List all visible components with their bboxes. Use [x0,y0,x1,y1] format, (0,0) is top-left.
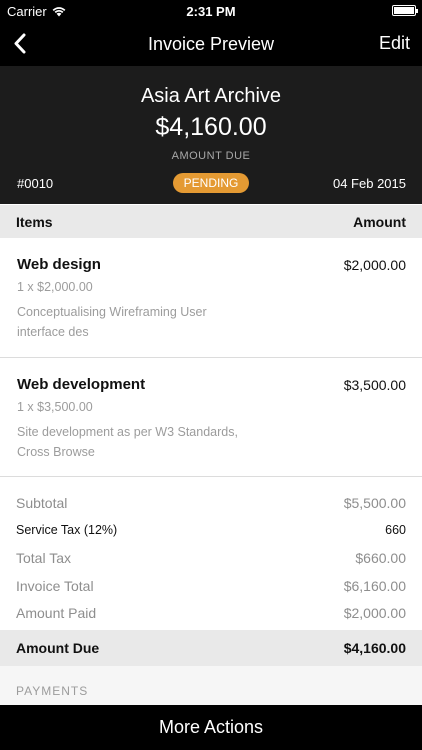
clock: 2:31 PM [186,4,236,19]
battery-icon [392,5,418,16]
service-tax-value: 660 [385,523,406,537]
amount-due-value: $4,160.00 [343,640,406,656]
item-price: $2,000.00 [343,257,406,273]
item-description: Conceptualising Wireframing User interfa… [17,305,207,339]
subtotal-label: Subtotal [16,495,68,511]
amount-due-label: Amount Due [16,640,100,656]
item-name: Web design [17,256,101,273]
line-item[interactable]: Web development $3,500.00 1 x $3,500.00 … [0,358,422,477]
status-bar: Carrier 2:31 PM [0,0,422,22]
service-tax-row: Service Tax (12%) 660 [0,519,422,543]
line-item[interactable]: Web design $2,000.00 1 x $2,000.00 Conce… [0,238,422,358]
invoice-total-value: $6,160.00 [343,578,406,594]
total-tax-label: Total Tax [16,550,71,566]
amount-due-total: $4,160.00 [155,113,267,141]
items-column-header: Items [16,214,53,230]
invoice-date: 04 Feb 2015 [332,176,406,191]
amount-paid-label: Amount Paid [16,605,97,621]
invoice-total-row: Invoice Total $6,160.00 [0,574,422,598]
amount-paid-value: $2,000.00 [343,605,406,621]
payments-label: PAYMENTS [16,684,89,698]
page-title: Invoice Preview [147,34,275,54]
item-quantity: 1 x $2,000.00 [17,280,93,294]
payments-section-header: PAYMENTS [0,666,422,705]
subtotal-value: $5,500.00 [343,495,406,511]
navigation-bar: Invoice Preview Edit [0,22,422,66]
invoice-number: #0010 [17,176,54,191]
item-price: $3,500.00 [343,377,406,393]
more-actions-button[interactable]: More Actions [0,705,422,750]
item-description: Site development as per W3 Standards, Cr… [17,425,238,459]
subtotal-row: Subtotal $5,500.00 [0,491,422,515]
client-name: Asia Art Archive [140,85,282,107]
service-tax-label: Service Tax (12%) [16,523,118,537]
invoice-summary: Asia Art Archive $4,160.00 AMOUNT DUE #0… [0,66,422,204]
total-tax-value: $660.00 [355,550,406,566]
amount-due-row: Amount Due $4,160.00 [0,630,422,666]
edit-button[interactable]: Edit [379,33,410,54]
total-tax-row: Total Tax $660.00 [0,546,422,570]
status-badge: PENDING [173,173,249,193]
amount-paid-row: Amount Paid $2,000.00 [0,601,422,625]
amount-column-header: Amount [353,214,406,230]
amount-due-caption: AMOUNT DUE [171,150,251,162]
invoice-total-label: Invoice Total [16,578,94,594]
item-name: Web development [17,376,146,393]
items-header: Items Amount [0,205,422,238]
item-quantity: 1 x $3,500.00 [17,400,93,414]
